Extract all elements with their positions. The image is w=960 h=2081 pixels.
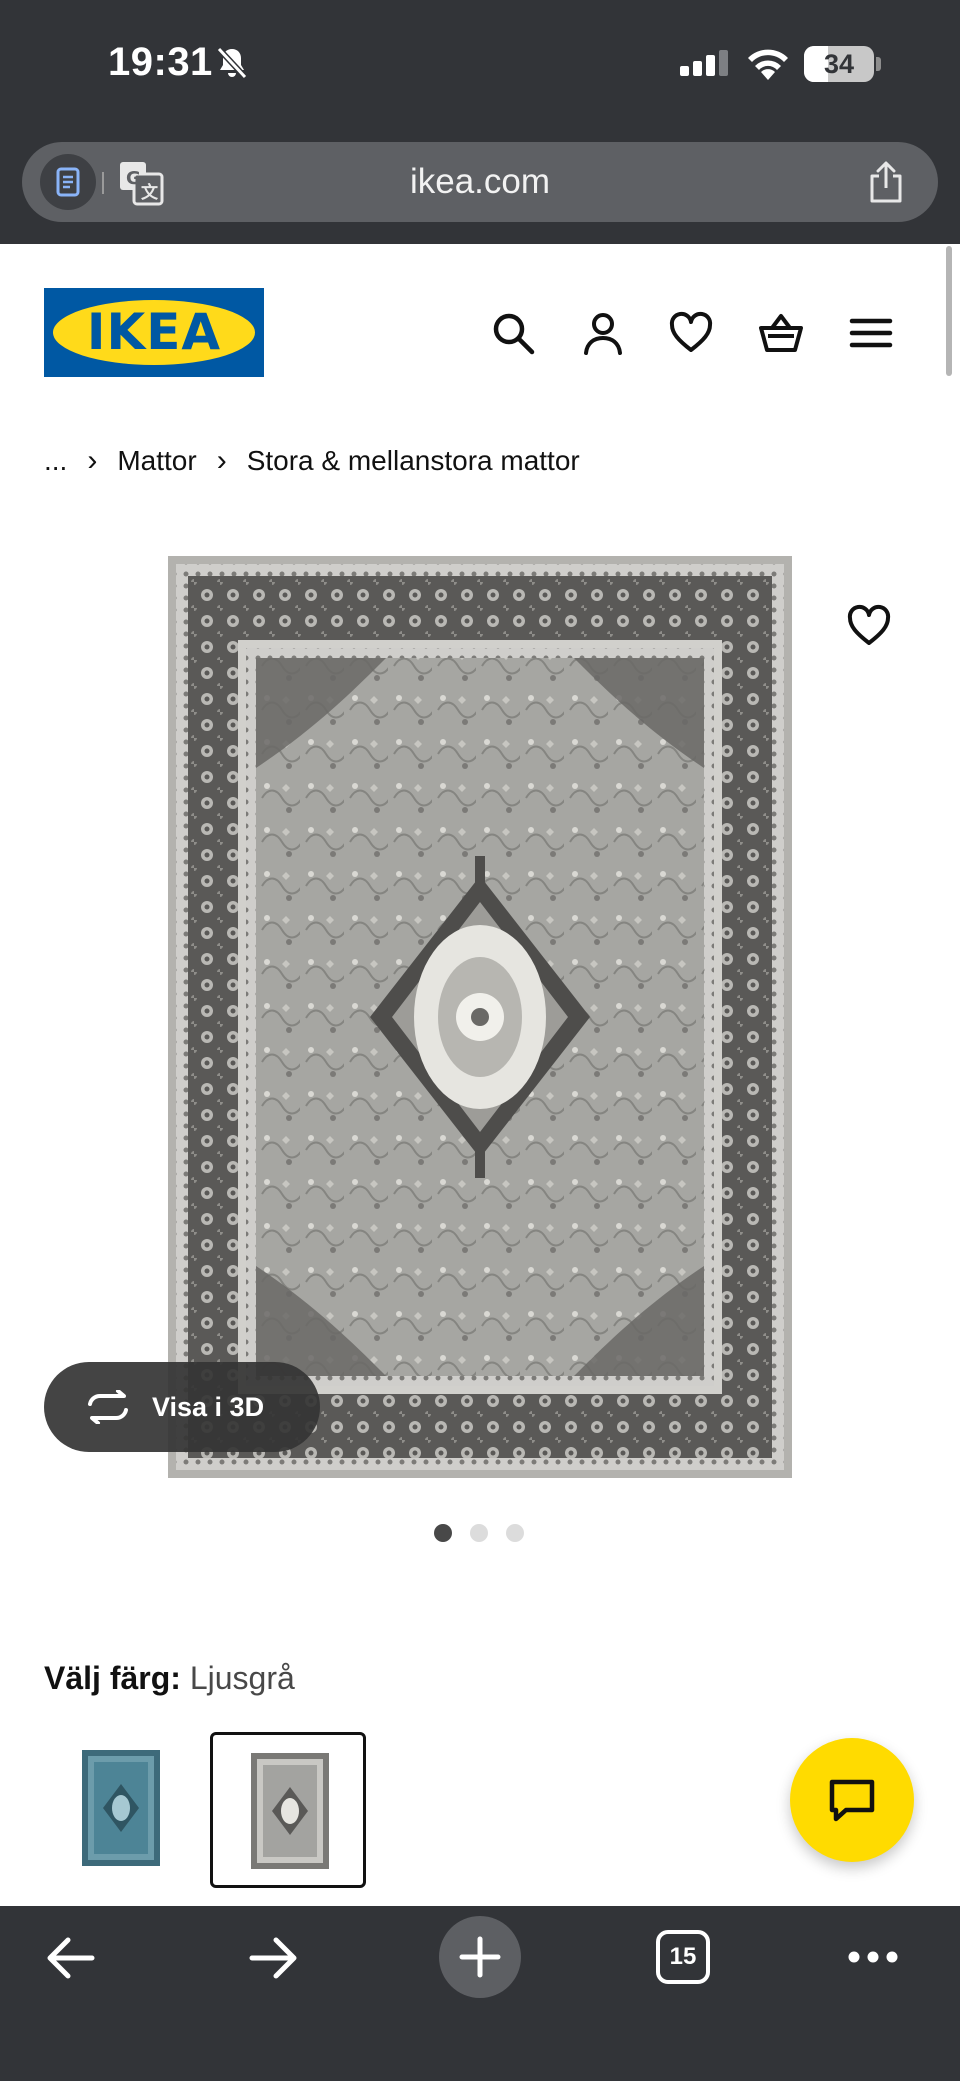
new-tab-button[interactable]: [439, 1916, 521, 1998]
wifi-icon: [748, 49, 788, 80]
color-selector-label: Välj färg: Ljusgrå: [44, 1660, 295, 1697]
swatch-image-light-grey: [251, 1753, 329, 1869]
tabs-button[interactable]: 15: [656, 1930, 710, 1984]
reader-mode-icon: [56, 167, 80, 197]
chat-button[interactable]: [790, 1738, 914, 1862]
chat-bubble-icon: [829, 1779, 875, 1822]
favorites-heart-icon[interactable]: [668, 310, 714, 356]
color-swatch-blue[interactable]: [44, 1732, 200, 1888]
gallery-dot[interactable]: [506, 1524, 524, 1542]
back-arrow-icon[interactable]: [44, 1936, 96, 1980]
translate-icon[interactable]: G 文: [118, 160, 164, 206]
page-scrollbar[interactable]: [946, 246, 952, 376]
new-tab-plus-icon: [459, 1936, 501, 1978]
breadcrumb: ... › Mattor › Stora & mellanstora matto…: [44, 444, 580, 478]
battery-tip: [876, 57, 881, 71]
bell-slash-icon: [216, 46, 248, 80]
color-selected-value: Ljusgrå: [189, 1660, 295, 1696]
breadcrumb-item-mattor[interactable]: Mattor: [117, 445, 196, 477]
add-to-favorites-heart-icon[interactable]: [846, 604, 892, 648]
address-bar[interactable]: ikea.com G 文: [22, 142, 938, 222]
svg-text:G: G: [126, 168, 141, 189]
rotate-3d-icon: [88, 1390, 128, 1424]
breadcrumb-chevron-icon: ›: [87, 444, 98, 477]
view-in-3d-button[interactable]: Visa i 3D: [44, 1362, 320, 1452]
color-label-title: Välj färg:: [44, 1660, 181, 1696]
product-image[interactable]: [168, 556, 792, 1478]
forward-arrow-icon[interactable]: [248, 1936, 300, 1980]
search-icon[interactable]: [490, 310, 536, 356]
gallery-dot[interactable]: [470, 1524, 488, 1542]
view-in-3d-label: Visa i 3D: [152, 1392, 265, 1422]
account-icon[interactable]: [580, 310, 626, 356]
breadcrumb-chevron-icon: ›: [216, 444, 227, 477]
reader-mode-button[interactable]: [40, 154, 96, 210]
battery-percentage: 34: [823, 49, 855, 79]
breadcrumb-item-current[interactable]: Stora & mellanstora mattor: [247, 445, 580, 477]
cellular-signal-icon: [680, 50, 728, 76]
address-bar-separator: [102, 172, 104, 194]
swatch-image-blue: [82, 1750, 160, 1866]
color-swatch-light-grey[interactable]: [210, 1732, 366, 1888]
menu-icon[interactable]: [848, 310, 894, 356]
more-icon[interactable]: [848, 1950, 898, 1964]
status-time: 19:31: [108, 40, 213, 84]
gallery-dot-active[interactable]: [434, 1524, 452, 1542]
share-icon[interactable]: [866, 160, 906, 204]
breadcrumb-ellipsis[interactable]: ...: [44, 445, 67, 477]
battery-icon: 34: [804, 46, 874, 82]
shopping-basket-icon[interactable]: [758, 310, 804, 356]
svg-text:文: 文: [141, 182, 159, 203]
status-bar: 19:31 34: [0, 0, 960, 130]
ikea-logo[interactable]: IKEA: [44, 288, 264, 377]
browser-toolbar: 15: [0, 1906, 960, 2081]
browser-address-area: ikea.com G 文: [0, 130, 960, 244]
logo-wordmark: IKEA: [86, 303, 222, 361]
